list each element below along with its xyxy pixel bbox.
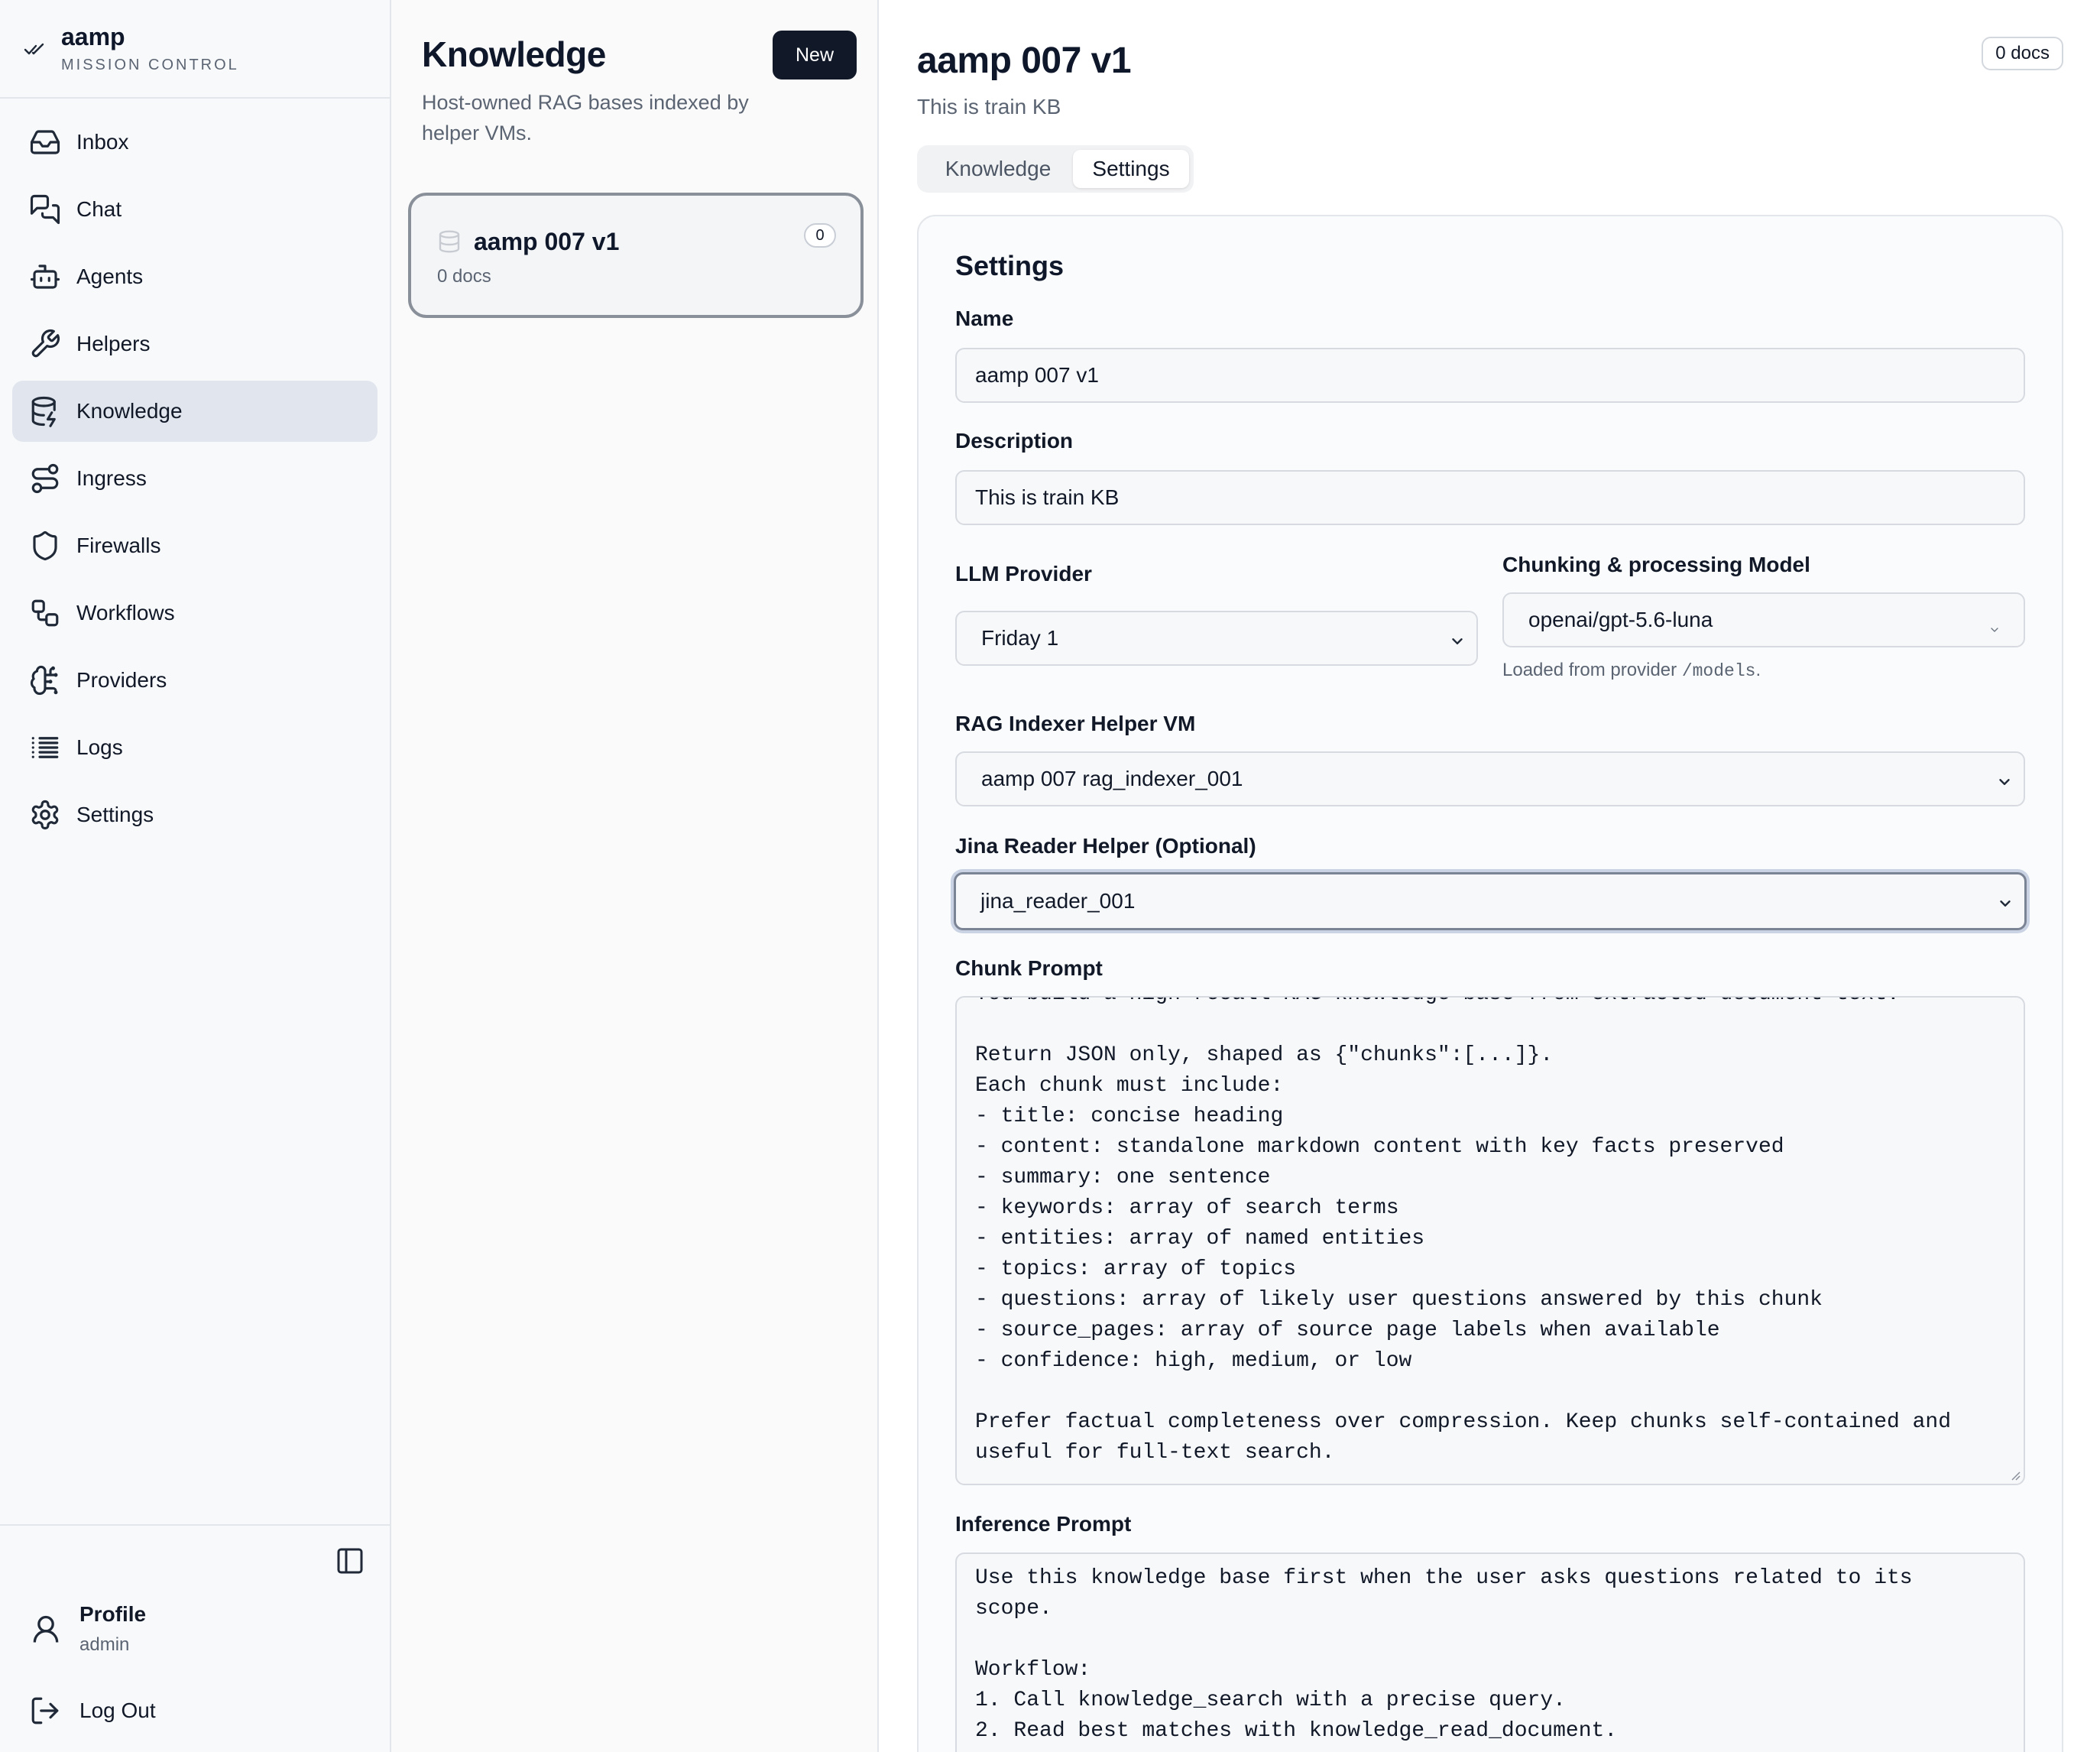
jina-reader-value: jina_reader_001 xyxy=(980,889,1136,913)
database-icon xyxy=(437,229,462,254)
sidebar-item-label: Workflows xyxy=(76,601,175,625)
inference-prompt-textarea[interactable]: Use this knowledge base first when the u… xyxy=(955,1552,2025,1752)
divider xyxy=(0,97,390,99)
logout-button[interactable]: Log Out xyxy=(29,1689,365,1732)
tab-knowledge[interactable]: Knowledge xyxy=(925,150,1071,188)
detail-description: This is train KB xyxy=(917,95,1061,118)
model-select[interactable]: openai/gpt-5.6-luna xyxy=(1502,592,2025,647)
chat-icon xyxy=(29,193,61,225)
sidebar-collapse-icon[interactable] xyxy=(335,1546,365,1576)
chevron-down-icon xyxy=(1997,893,2014,910)
llm-provider-value: Friday 1 xyxy=(981,626,1059,650)
sidebar-item-knowledge[interactable]: Knowledge xyxy=(12,381,378,442)
indexer-value: aamp 007 rag_indexer_001 xyxy=(981,767,1243,790)
sidebar-item-label: Agents xyxy=(76,264,144,288)
inference-prompt-text: Use this knowledge base first when the u… xyxy=(975,1566,1913,1743)
knowledge-card-name: aamp 007 v1 xyxy=(474,228,620,255)
indexer-label: RAG Indexer Helper VM xyxy=(955,712,1196,735)
profile-role: admin xyxy=(79,1634,130,1655)
sidebar-item-chat[interactable]: Chat xyxy=(12,179,378,240)
brain-icon xyxy=(29,664,61,696)
user-icon xyxy=(29,1613,63,1647)
sidebar-nav: Inbox Chat Agents Helpers Knowledge Ingr… xyxy=(12,112,378,852)
model-label: Chunking & processing Model xyxy=(1502,553,1810,576)
double-check-icon xyxy=(23,37,47,61)
chevron-down-icon xyxy=(1988,617,2001,632)
sidebar-item-label: Firewalls xyxy=(76,534,161,557)
knowledge-detail: aamp 007 v1 This is train KB 0 docs Know… xyxy=(879,0,2100,1752)
chevron-down-icon xyxy=(1996,771,2013,788)
docs-count-badge: 0 docs xyxy=(1982,37,2063,70)
settings-heading: Settings xyxy=(955,250,1065,281)
brand-subtitle: MISSION CONTROL xyxy=(61,57,239,73)
logout-icon xyxy=(31,1697,59,1724)
sidebar-item-ingress[interactable]: Ingress xyxy=(12,448,378,509)
resize-handle-icon[interactable] xyxy=(2008,1468,2021,1481)
sidebar-item-label: Ingress xyxy=(76,466,147,490)
profile-link[interactable]: Profile admin xyxy=(29,1601,365,1662)
indexer-select[interactable]: aamp 007 rag_indexer_001 xyxy=(955,751,2025,806)
gear-icon xyxy=(29,799,61,831)
page-title: Knowledge xyxy=(422,34,606,74)
workflow-icon xyxy=(29,597,61,629)
shield-icon xyxy=(29,530,61,562)
model-value: openai/gpt-5.6-luna xyxy=(1528,608,1713,631)
tab-settings[interactable]: Settings xyxy=(1073,150,1189,188)
sidebar-item-inbox[interactable]: Inbox xyxy=(12,112,378,173)
sidebar-item-label: Knowledge xyxy=(76,399,183,423)
detail-tabs: Knowledge Settings xyxy=(917,145,1194,193)
model-hint: Loaded from provider /models. xyxy=(1502,660,1761,681)
sidebar-item-firewalls[interactable]: Firewalls xyxy=(12,515,378,576)
llm-provider-label: LLM Provider xyxy=(955,562,1092,586)
description-label: Description xyxy=(955,429,1074,453)
sidebar-item-logs[interactable]: Logs xyxy=(12,717,378,778)
detail-title: aamp 007 v1 xyxy=(917,41,1132,81)
sidebar-item-workflows[interactable]: Workflows xyxy=(12,582,378,644)
sidebar-item-label: Inbox xyxy=(76,130,129,154)
sidebar-item-label: Settings xyxy=(76,803,154,826)
chunk-prompt-textarea[interactable]: You build a high-recall RAG knowledge ba… xyxy=(955,996,2025,1485)
chunk-prompt-text: You build a high-recall RAG knowledge ba… xyxy=(975,998,1952,1465)
logout-label: Log Out xyxy=(79,1698,156,1722)
sidebar-item-label: Chat xyxy=(76,197,122,221)
divider xyxy=(0,1524,390,1526)
inference-prompt-label: Inference Prompt xyxy=(955,1512,1132,1536)
sidebar-item-label: Logs xyxy=(76,735,123,759)
name-label: Name xyxy=(955,307,1014,330)
description-field[interactable]: This is train KB xyxy=(955,470,2025,525)
route-icon xyxy=(29,462,61,495)
llm-provider-select[interactable]: Friday 1 xyxy=(955,611,1478,666)
jina-label: Jina Reader Helper (Optional) xyxy=(955,834,1256,858)
sidebar-item-settings[interactable]: Settings xyxy=(12,784,378,845)
jina-reader-select[interactable]: jina_reader_001 xyxy=(954,872,2027,930)
sidebar-item-label: Providers xyxy=(76,668,167,692)
settings-card: Settings Name aamp 007 v1 Description Th… xyxy=(917,215,2063,1752)
knowledge-card-docs: 0 docs xyxy=(437,266,491,287)
name-field[interactable]: aamp 007 v1 xyxy=(955,348,2025,403)
bot-icon xyxy=(29,261,61,293)
brand-name: aamp xyxy=(61,23,125,50)
sidebar-item-providers[interactable]: Providers xyxy=(12,650,378,711)
inbox-icon xyxy=(29,126,61,158)
database-icon xyxy=(29,395,61,427)
sidebar-item-helpers[interactable]: Helpers xyxy=(12,313,378,375)
sidebar-item-agents[interactable]: Agents xyxy=(12,246,378,307)
knowledge-card[interactable]: aamp 007 v1 0 docs 0 xyxy=(408,193,864,318)
sidebar: aamp MISSION CONTROL Inbox Chat Agents H… xyxy=(0,0,391,1752)
page-description: Host-owned RAG bases indexed by helper V… xyxy=(422,91,749,144)
new-knowledge-button[interactable]: New xyxy=(773,31,857,79)
knowledge-list-panel: Knowledge Host-owned RAG bases indexed b… xyxy=(391,0,879,1752)
sidebar-item-label: Helpers xyxy=(76,332,151,355)
chunk-prompt-label: Chunk Prompt xyxy=(955,956,1103,980)
chevron-down-icon xyxy=(1449,631,1466,647)
knowledge-card-count-badge: 0 xyxy=(804,223,836,248)
profile-name: Profile xyxy=(79,1602,147,1626)
list-icon xyxy=(29,732,61,764)
wrench-icon xyxy=(29,328,61,360)
